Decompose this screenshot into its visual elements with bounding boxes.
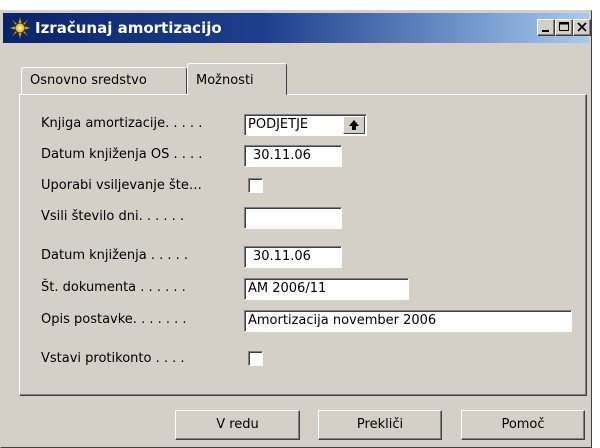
tab-moznosti[interactable]: Možnosti: [187, 63, 287, 95]
depreciation-book-label: Knjiga amortizacije. . . . .: [41, 116, 203, 131]
fa-posting-date-label: Datum knjiženja OS . . . .: [41, 147, 203, 162]
document-no-field[interactable]: AM 2006/11: [244, 278, 409, 300]
close-icon: [577, 22, 587, 32]
use-force-days-checkbox[interactable]: [248, 178, 263, 193]
arrow-up-icon: [349, 120, 359, 130]
minimize-icon: [542, 30, 549, 32]
insert-bal-account-checkbox[interactable]: [248, 351, 263, 366]
window-title: Izračunaj amortizacijo: [35, 19, 222, 37]
depreciation-book-value: PODJETJE: [248, 117, 309, 132]
maximize-icon: [559, 22, 569, 31]
posting-description-field[interactable]: Amortizacija november 2006: [244, 310, 572, 332]
document-no-label: Št. dokumenta . . . . . .: [41, 280, 186, 295]
posting-date-field[interactable]: 30.11.06: [244, 246, 342, 268]
fa-posting-date-value: 30.11.06: [253, 148, 311, 163]
help-button[interactable]: Pomoč: [461, 410, 585, 440]
force-days-label: Vsili število dni. . . . . .: [41, 209, 185, 224]
tab-label: Možnosti: [196, 73, 254, 88]
cancel-button[interactable]: Prekliči: [318, 410, 442, 440]
maximize-button[interactable]: [555, 19, 573, 36]
document-no-value: AM 2006/11: [248, 281, 327, 296]
posting-date-label: Datum knjiženja . . . . .: [41, 248, 189, 263]
gear-sparkle-icon: [8, 16, 32, 40]
force-days-field[interactable]: [244, 207, 342, 229]
ok-button[interactable]: V redu: [175, 410, 300, 440]
close-button[interactable]: [573, 19, 591, 36]
depreciation-book-field[interactable]: PODJETJE: [244, 114, 367, 136]
tab-label: Osnovno sredstvo: [30, 73, 147, 88]
minimize-button[interactable]: [537, 19, 555, 36]
posting-date-value: 30.11.06: [253, 249, 311, 264]
dialog-window: Izračunaj amortizacijo Osnovno sredstvo …: [0, 10, 592, 448]
posting-description-value: Amortizacija november 2006: [248, 313, 437, 328]
posting-description-label: Opis postavke. . . . . . .: [41, 312, 187, 327]
insert-bal-account-label: Vstavi protikonto . . . .: [41, 351, 185, 366]
title-bar[interactable]: Izračunaj amortizacijo: [3, 13, 591, 43]
use-force-days-label: Uporabi vsiljevanje šte…: [41, 178, 202, 193]
options-panel: Knjiga amortizacije. . . . . PODJETJE Da…: [19, 94, 587, 396]
lookup-button[interactable]: [343, 116, 365, 134]
fa-posting-date-field[interactable]: 30.11.06: [244, 145, 342, 167]
tab-osnovno-sredstvo[interactable]: Osnovno sredstvo: [21, 67, 187, 95]
